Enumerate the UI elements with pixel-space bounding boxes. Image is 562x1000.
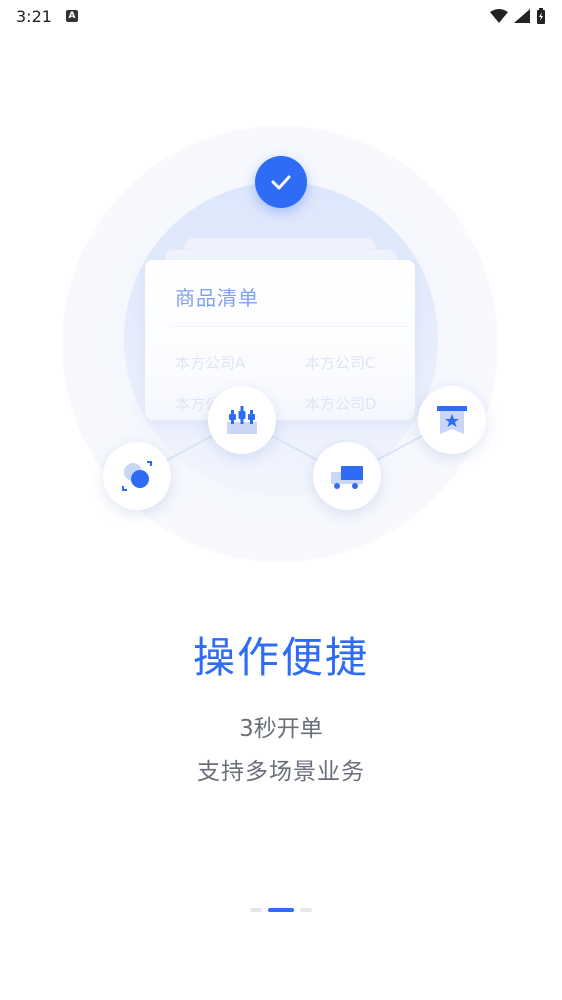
- page-indicator: [0, 908, 562, 912]
- battery-icon: [537, 8, 545, 24]
- page-dot-active[interactable]: [268, 908, 294, 912]
- truck-icon: [331, 466, 363, 489]
- status-time: 3:21: [16, 6, 52, 26]
- star-badge-icon: [437, 406, 467, 434]
- signal-icon: [514, 9, 530, 23]
- headline: 操作便捷: [192, 633, 369, 682]
- inventory-node: [208, 386, 276, 454]
- exchange-node: [103, 442, 171, 510]
- check-badge: [255, 156, 307, 208]
- wifi-icon: [490, 9, 508, 23]
- exchange-icon: [122, 461, 152, 491]
- delivery-node: [313, 442, 381, 510]
- subtitle-line1: 3秒开单: [239, 716, 323, 742]
- checkmark-icon: [271, 175, 291, 190]
- page-dot[interactable]: [300, 908, 312, 912]
- status-bar: 3:21 A: [0, 0, 562, 32]
- subtitle-line2: 支持多场景业务: [197, 759, 365, 785]
- inventory-icon: [227, 406, 257, 434]
- favorite-node: [418, 386, 486, 454]
- page-dot[interactable]: [250, 908, 262, 912]
- onboarding-illustration: 商品清单 本方公司A 本方公司C 本方公 本方公司D: [0, 110, 562, 570]
- notification-icon: A: [65, 10, 78, 22]
